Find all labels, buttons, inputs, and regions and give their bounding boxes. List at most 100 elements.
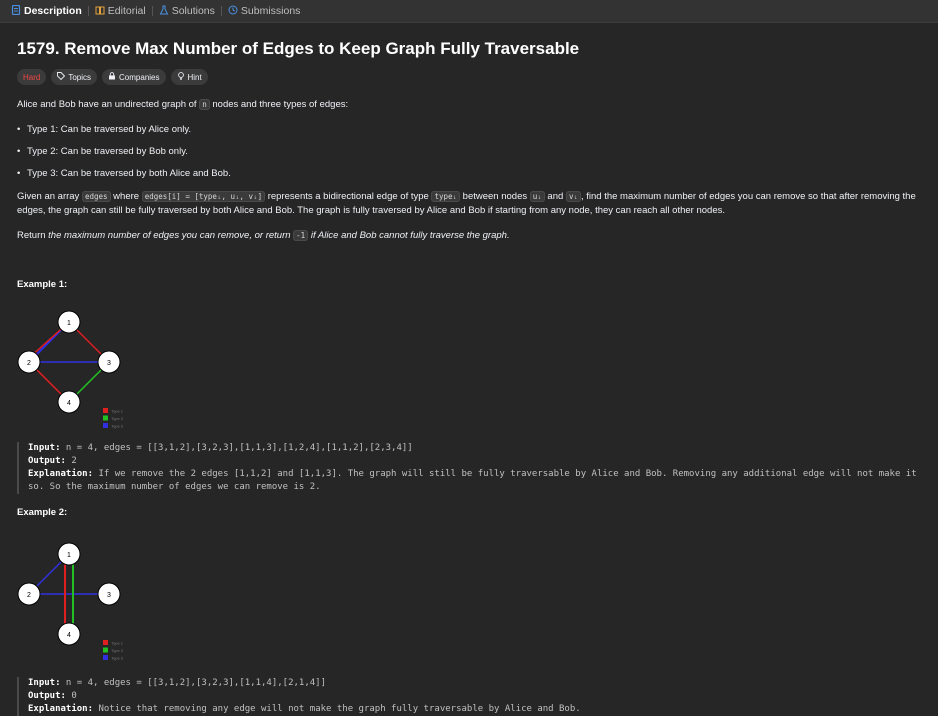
- explanation-value: Notice that removing any edge will not m…: [93, 704, 581, 714]
- input-label: Input:: [28, 443, 61, 453]
- companies-button[interactable]: Companies: [102, 69, 166, 85]
- input-label: Input:: [28, 678, 61, 688]
- input-value: n = 4, edges = [[3,1,2],[3,2,3],[1,1,3],…: [60, 443, 413, 453]
- example-2-title: Example 2:: [17, 507, 68, 518]
- example-2-graph: 1 2 3 4 Type 1 Type 2 Type 3: [17, 542, 124, 661]
- example-1-graph: 1 2 3 4 Type 1 Type 2 Type 3: [17, 310, 124, 429]
- history-icon: [228, 5, 238, 18]
- input-value: n = 4, edges = [[3,1,2],[3,2,3],[1,1,4],…: [60, 678, 327, 688]
- legend-swatch-type2: [103, 647, 108, 653]
- lock-icon: [108, 72, 116, 82]
- return-paragraph: Return the maximum number of edges you c…: [17, 229, 921, 244]
- output-value: 2: [65, 456, 77, 466]
- tab-submissions[interactable]: Submissions: [223, 5, 306, 18]
- topics-button[interactable]: Topics: [51, 69, 98, 85]
- hint-label: Hint: [187, 72, 202, 82]
- node-label: 4: [67, 632, 71, 639]
- legend-label: Type 2: [111, 416, 124, 421]
- tag-icon: [57, 72, 66, 82]
- legend-swatch-type3: [103, 423, 108, 428]
- task-text: between nodes: [460, 190, 530, 202]
- list-item: Type 1: Can be traversed by Alice only.: [17, 124, 921, 136]
- return-text-em: the maximum number of edges you can remo…: [48, 229, 294, 241]
- lightbulb-icon: [177, 72, 185, 82]
- explanation-label: Explanation:: [28, 704, 94, 714]
- inline-code: edges: [81, 190, 111, 202]
- intro-text: Alice and Bob have an undirected graph o…: [17, 99, 200, 110]
- tab-description[interactable]: Description: [6, 4, 87, 18]
- node-label: 2: [27, 360, 31, 367]
- tab-divider: [220, 6, 222, 16]
- legend-label: Type 3: [111, 424, 124, 429]
- topics-label: Topics: [68, 72, 92, 82]
- return-text-em: if Alice and Bob cannot fully traverse t…: [308, 229, 510, 241]
- document-icon: [11, 4, 21, 18]
- problem-title: 1579. Remove Max Number of Edges to Keep…: [17, 39, 580, 58]
- node-label: 1: [67, 320, 71, 327]
- graph-node: 4: [57, 622, 81, 646]
- graph-node: 2: [17, 350, 41, 374]
- return-text: Return: [17, 229, 49, 241]
- problem-description: 1579. Remove Max Number of Edges to Keep…: [0, 39, 938, 716]
- legend-label: Type 1: [111, 409, 124, 414]
- output-line: Output: 2: [28, 455, 921, 468]
- tab-label: Editorial: [107, 5, 146, 17]
- legend-label: Type 3: [111, 656, 124, 661]
- example-1-io: Input: n = 4, edges = [[3,1,2],[3,2,3],[…: [17, 442, 921, 494]
- graph-node: 4: [57, 390, 81, 414]
- explanation-line: Explanation: Notice that removing any ed…: [28, 703, 921, 716]
- inline-code: uᵢ: [529, 190, 545, 202]
- tab-divider: [151, 6, 153, 16]
- graph-node: 3: [97, 582, 121, 606]
- flask-icon: [159, 5, 169, 18]
- task-paragraph: Given an array edges where edges[i] = [t…: [17, 190, 921, 219]
- tab-label: Solutions: [171, 5, 215, 17]
- companies-label: Companies: [119, 72, 160, 82]
- intro-paragraph: Alice and Bob have an undirected graph o…: [17, 98, 921, 113]
- node-label: 2: [27, 592, 31, 599]
- legend-swatch-type1: [103, 640, 108, 645]
- edge-type-list: Type 1: Can be traversed by Alice only. …: [17, 124, 921, 180]
- input-line: Input: n = 4, edges = [[3,1,2],[3,2,3],[…: [28, 442, 921, 455]
- graph-node: 1: [57, 310, 81, 334]
- legend-swatch-type2: [103, 415, 108, 421]
- inline-code: -1: [293, 229, 309, 241]
- node-label: 3: [107, 360, 111, 367]
- book-icon: [95, 5, 105, 18]
- tag-row: Hard Topics Companies Hint: [17, 69, 921, 85]
- output-label: Output:: [28, 456, 66, 466]
- tab-label: Submissions: [240, 5, 301, 17]
- list-item: Type 3: Can be traversed by both Alice a…: [17, 168, 921, 180]
- node-label: 4: [67, 400, 71, 407]
- task-text: and: [544, 190, 566, 202]
- inline-code: typeᵢ: [431, 190, 461, 202]
- node-label: 3: [107, 592, 111, 599]
- example-1-title: Example 1:: [17, 279, 68, 290]
- explanation-line: Explanation: If we remove the 2 edges [1…: [28, 468, 921, 494]
- explanation-label: Explanation:: [28, 469, 94, 479]
- output-label: Output:: [28, 691, 66, 701]
- tab-editorial[interactable]: Editorial: [90, 5, 151, 18]
- output-line: Output: 0: [28, 690, 921, 703]
- tab-label: Description: [24, 5, 82, 17]
- hint-button[interactable]: Hint: [170, 69, 208, 85]
- output-value: 0: [65, 691, 77, 701]
- legend-swatch-type1: [103, 408, 108, 413]
- example-2-io: Input: n = 4, edges = [[3,1,2],[3,2,3],[…: [17, 677, 921, 716]
- intro-text: nodes and three types of edges:: [209, 99, 349, 110]
- task-text: where: [110, 190, 142, 202]
- graph-node: 1: [57, 542, 81, 566]
- list-item: Type 2: Can be traversed by Bob only.: [17, 146, 921, 158]
- task-text: represents a bidirectional edge of type: [265, 190, 432, 202]
- difficulty-badge: Hard: [17, 69, 47, 85]
- graph-node: 3: [97, 350, 121, 374]
- legend-label: Type 1: [111, 641, 124, 646]
- input-line: Input: n = 4, edges = [[3,1,2],[3,2,3],[…: [28, 677, 921, 690]
- explanation-value: If we remove the 2 edges [1,1,2] and [1,…: [28, 469, 917, 492]
- tab-solutions[interactable]: Solutions: [154, 5, 220, 18]
- task-text: Given an array: [17, 190, 82, 202]
- graph-node: 2: [17, 582, 41, 606]
- tab-bar: Description Editorial Solutions Submissi…: [0, 0, 938, 23]
- inline-code: vᵢ: [565, 190, 581, 202]
- inline-code: n: [199, 99, 210, 110]
